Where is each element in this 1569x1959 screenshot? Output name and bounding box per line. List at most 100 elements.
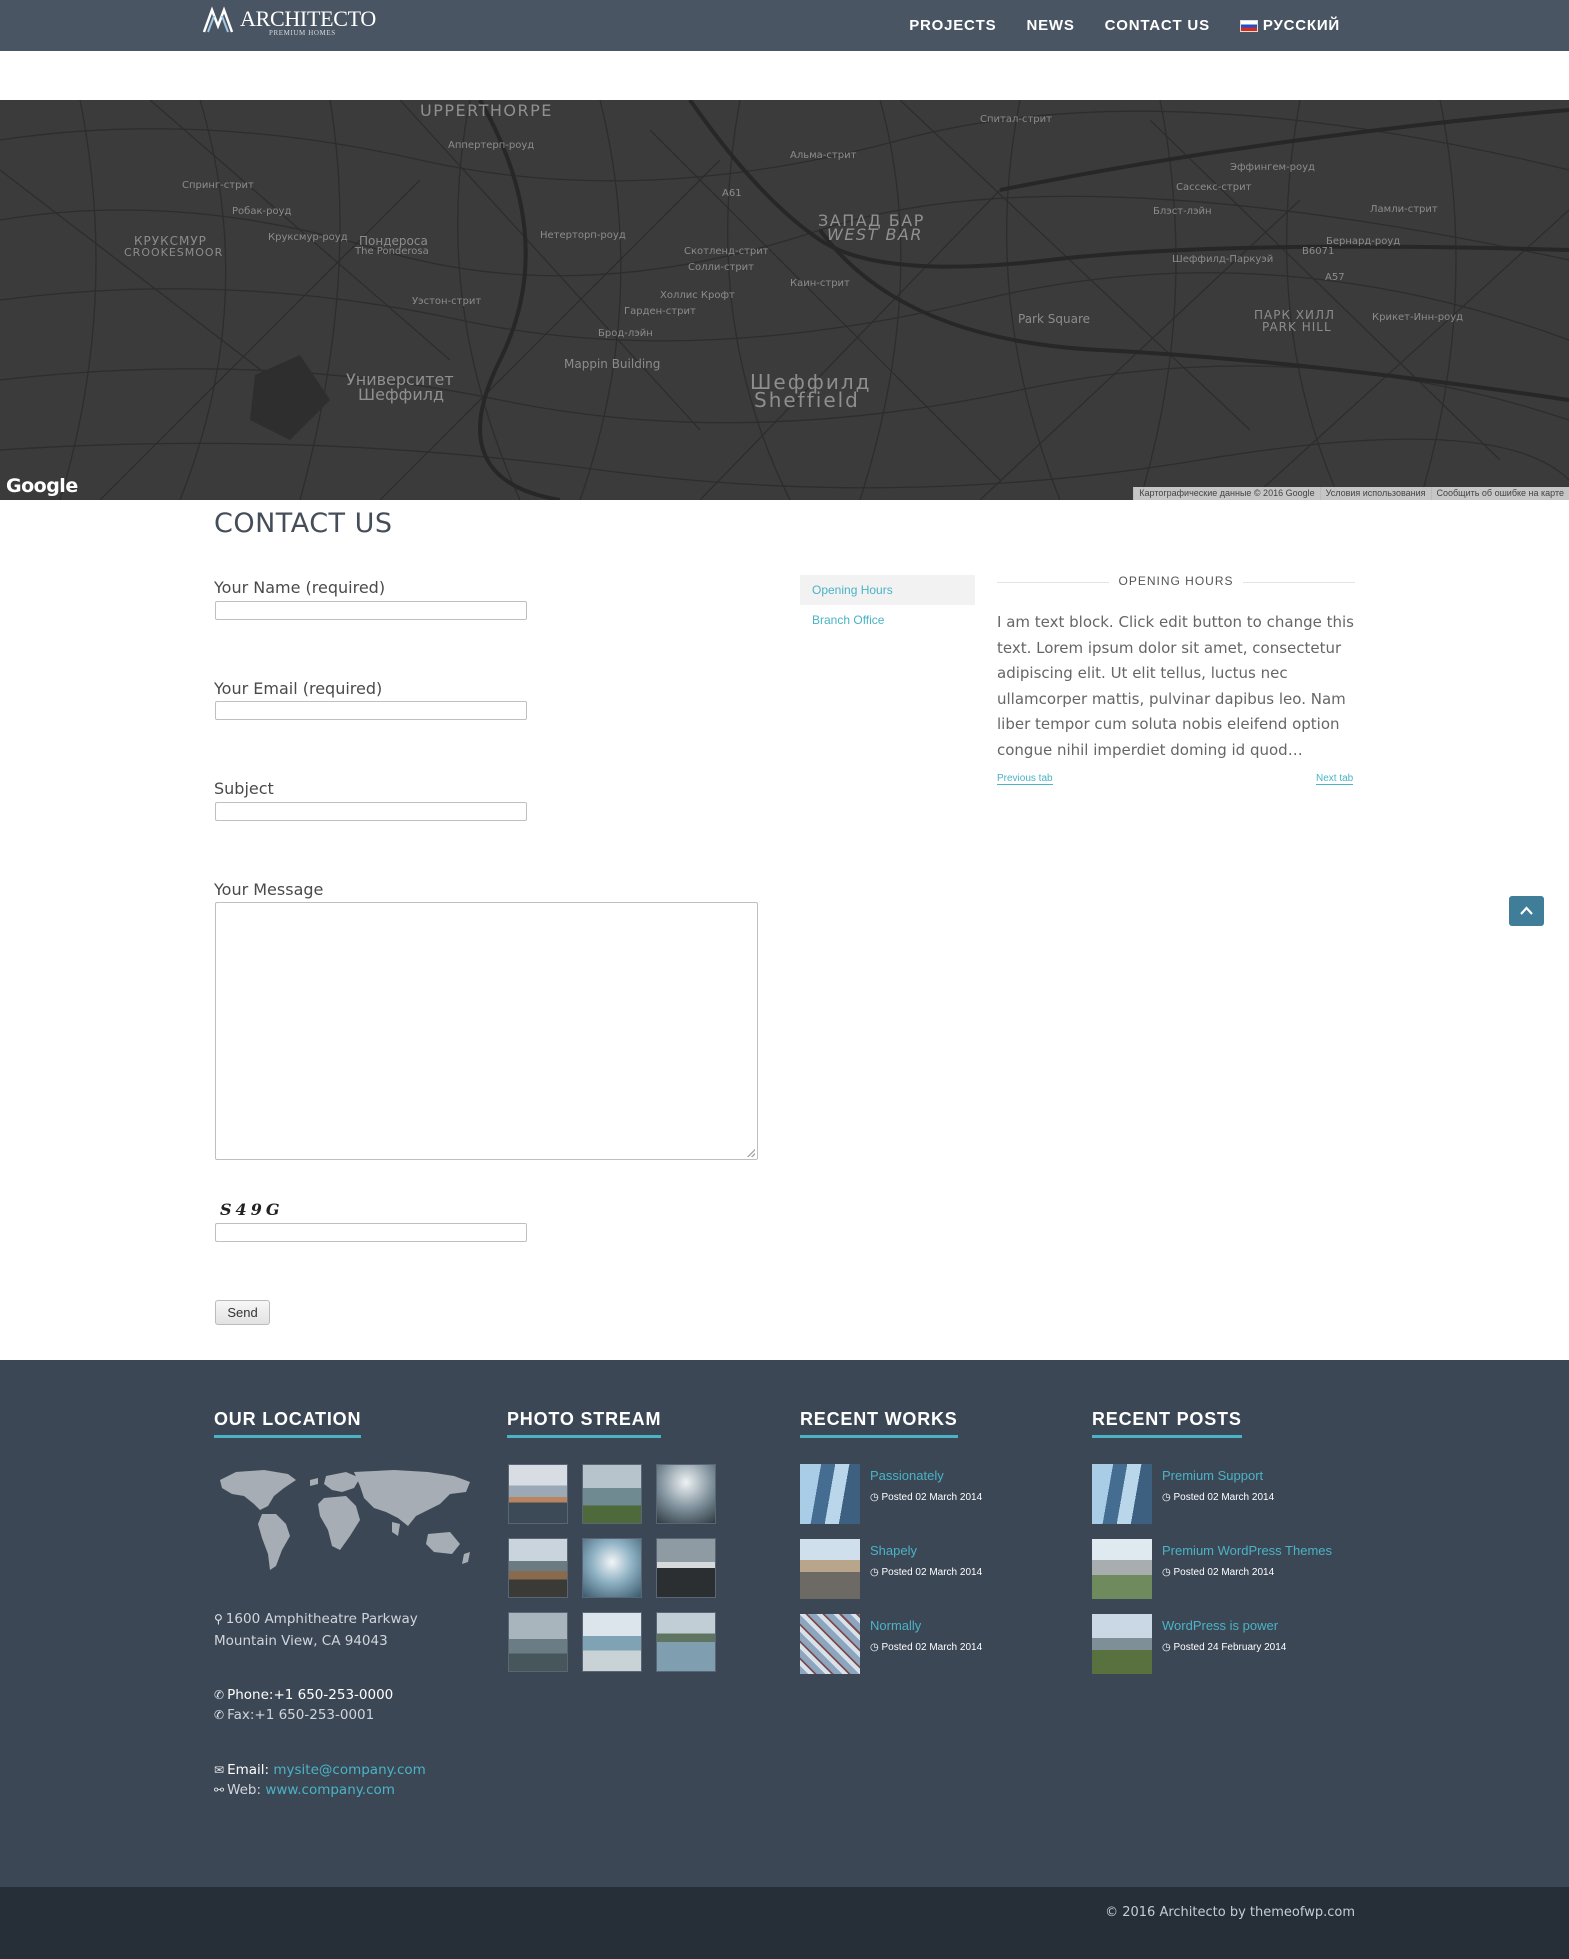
- nav-language-label: РУССКИЙ: [1262, 17, 1340, 34]
- next-tab-link[interactable]: Next tab: [1316, 773, 1354, 785]
- footer-address: ⚲ 1600 Amphitheatre Parkway Mountain View…: [214, 1608, 484, 1652]
- email-input[interactable]: [215, 701, 527, 720]
- map-label: Шеффилд-Паркуэй: [1172, 254, 1274, 265]
- map-data-attribution: Картографические данные © 2016 Google: [1133, 487, 1319, 500]
- recent-post-date: ◷ Posted 02 March 2014: [1162, 1492, 1275, 1503]
- previous-tab-link[interactable]: Previous tab: [997, 773, 1053, 785]
- logo-tagline: PREMIUM HOMES: [269, 29, 336, 37]
- map-marker-icon: ⚲: [214, 1612, 223, 1626]
- page-title: CONTACT US: [214, 508, 393, 539]
- footer-web-link[interactable]: www.company.com: [265, 1782, 395, 1798]
- phone-icon: ✆: [214, 1708, 225, 1722]
- resize-grip-icon[interactable]: [747, 1149, 755, 1157]
- photo-stream-thumb[interactable]: [508, 1538, 568, 1598]
- world-map-icon: [220, 1470, 470, 1570]
- recent-post-title[interactable]: Premium WordPress Themes: [1162, 1543, 1332, 1558]
- map-label: Круксмур-роуд: [268, 232, 348, 243]
- map-label: The Ponderosa: [355, 246, 429, 257]
- send-button[interactable]: Send: [215, 1300, 270, 1325]
- photo-stream-thumb[interactable]: [508, 1612, 568, 1672]
- map-label: WEST BAR: [827, 225, 923, 244]
- message-label: Your Message: [214, 880, 324, 899]
- map-label: Сассекс-стрит: [1176, 182, 1252, 193]
- link-icon: ⚯: [214, 1783, 225, 1797]
- message-textarea[interactable]: [215, 902, 758, 1160]
- recent-post-thumb[interactable]: [1092, 1539, 1152, 1599]
- map-report-error-link[interactable]: Сообщить об ошибке на карте: [1430, 487, 1569, 500]
- logo[interactable]: ARCHITECTO PREMIUM HOMES: [202, 4, 376, 38]
- map-label: Робак-роуд: [232, 206, 292, 217]
- tab-opening-hours[interactable]: Opening Hours: [800, 575, 975, 605]
- map-label: Бернард-роуд: [1326, 236, 1401, 247]
- photo-stream-thumb[interactable]: [656, 1538, 716, 1598]
- map-label: Каин-стрит: [790, 278, 850, 289]
- map-label: Park Square: [1018, 312, 1090, 326]
- recent-work-title[interactable]: Passionately: [870, 1468, 944, 1483]
- footer-recent-posts-title: RECENT POSTS: [1092, 1409, 1242, 1438]
- footer-photostream-title: PHOTO STREAM: [507, 1409, 662, 1438]
- photo-stream-thumb[interactable]: [656, 1464, 716, 1524]
- clock-icon: ◷: [870, 1642, 882, 1653]
- map-label: Блэст-лэйн: [1153, 206, 1212, 217]
- map-terms-link[interactable]: Условия использования: [1319, 487, 1431, 500]
- info-tabs: Opening Hours Branch Office: [800, 575, 975, 635]
- nav-news[interactable]: NEWS: [1026, 17, 1074, 34]
- name-input[interactable]: [215, 601, 527, 620]
- subject-input[interactable]: [215, 802, 527, 821]
- logo-mark-icon: [202, 6, 234, 33]
- russia-flag-icon: [1239, 19, 1258, 32]
- map-label: Спринг-стрит: [182, 180, 254, 191]
- map-attribution: Картографические данные © 2016 Google Ус…: [1133, 487, 1569, 500]
- clock-icon: ◷: [1162, 1567, 1174, 1578]
- main-nav: PROJECTS NEWS CONTACT US РУССКИЙ: [879, 0, 1340, 51]
- clock-icon: ◷: [870, 1492, 882, 1503]
- recent-post-date: ◷ Posted 24 February 2014: [1162, 1642, 1287, 1653]
- clock-icon: ◷: [1162, 1642, 1174, 1653]
- recent-post-thumb[interactable]: [1092, 1464, 1152, 1524]
- recent-post-title[interactable]: Premium Support: [1162, 1468, 1263, 1483]
- footer-fax: ✆ Fax:+1 650-253-0001: [214, 1704, 374, 1726]
- clock-icon: ◷: [1162, 1492, 1174, 1503]
- recent-work-date: ◷ Posted 02 March 2014: [870, 1492, 983, 1503]
- map-label: CROOKESMOOR: [124, 246, 224, 259]
- scroll-to-top-button[interactable]: [1509, 896, 1544, 926]
- copyright: © 2016 Architecto by themeofwp.com: [1105, 1905, 1355, 1920]
- photo-stream-thumb[interactable]: [508, 1464, 568, 1524]
- recent-work-title[interactable]: Shapely: [870, 1543, 917, 1558]
- map-label: A57: [1325, 272, 1345, 283]
- name-label: Your Name (required): [214, 578, 386, 597]
- photo-stream-thumb[interactable]: [582, 1538, 642, 1598]
- map-label: Ламли-стрит: [1370, 204, 1438, 215]
- recent-work-thumb[interactable]: [800, 1464, 860, 1524]
- map-label: Нетерторп-роуд: [540, 230, 626, 241]
- recent-post-title[interactable]: WordPress is power: [1162, 1618, 1278, 1633]
- map-label: Шеффилд: [358, 385, 444, 404]
- map-label: UPPERTHORPE: [420, 101, 553, 120]
- footer-email-link[interactable]: mysite@company.com: [273, 1762, 425, 1778]
- captcha-input[interactable]: [215, 1223, 527, 1242]
- photo-stream-thumb[interactable]: [582, 1464, 642, 1524]
- photo-stream-thumb[interactable]: [656, 1612, 716, 1672]
- map-label: Эффингем-роуд: [1230, 162, 1315, 173]
- google-map[interactable]: UPPERTHORPE КРУКСМУР CROOKESMOOR Пондеро…: [0, 100, 1569, 500]
- recent-work-date: ◷ Posted 02 March 2014: [870, 1567, 983, 1578]
- recent-work-thumb[interactable]: [800, 1614, 860, 1674]
- nav-contact-us[interactable]: CONTACT US: [1105, 17, 1210, 34]
- map-label: Альма-стрит: [790, 150, 857, 161]
- recent-post-thumb[interactable]: [1092, 1614, 1152, 1674]
- nav-language[interactable]: РУССКИЙ: [1239, 17, 1340, 34]
- map-label: Крикет-Инн-роуд: [1372, 312, 1464, 323]
- footer-web: ⚯ Web: www.company.com: [214, 1779, 395, 1801]
- chevron-up-icon: [1520, 906, 1533, 915]
- map-label: Уэстон-стрит: [412, 296, 482, 307]
- footer-email: ✉ Email: mysite@company.com: [214, 1759, 426, 1781]
- tab-content-text: I am text block. Click edit button to ch…: [997, 613, 1354, 759]
- recent-work-title[interactable]: Normally: [870, 1618, 921, 1633]
- footer-phone: ✆ Phone:+1 650-253-0000: [214, 1684, 393, 1706]
- map-label: Скотленд-стрит: [684, 246, 769, 257]
- tab-branch-office[interactable]: Branch Office: [800, 605, 975, 635]
- photo-stream-thumb[interactable]: [582, 1612, 642, 1672]
- recent-work-thumb[interactable]: [800, 1539, 860, 1599]
- map-label: Гарден-стрит: [624, 306, 696, 317]
- nav-projects[interactable]: PROJECTS: [909, 17, 996, 34]
